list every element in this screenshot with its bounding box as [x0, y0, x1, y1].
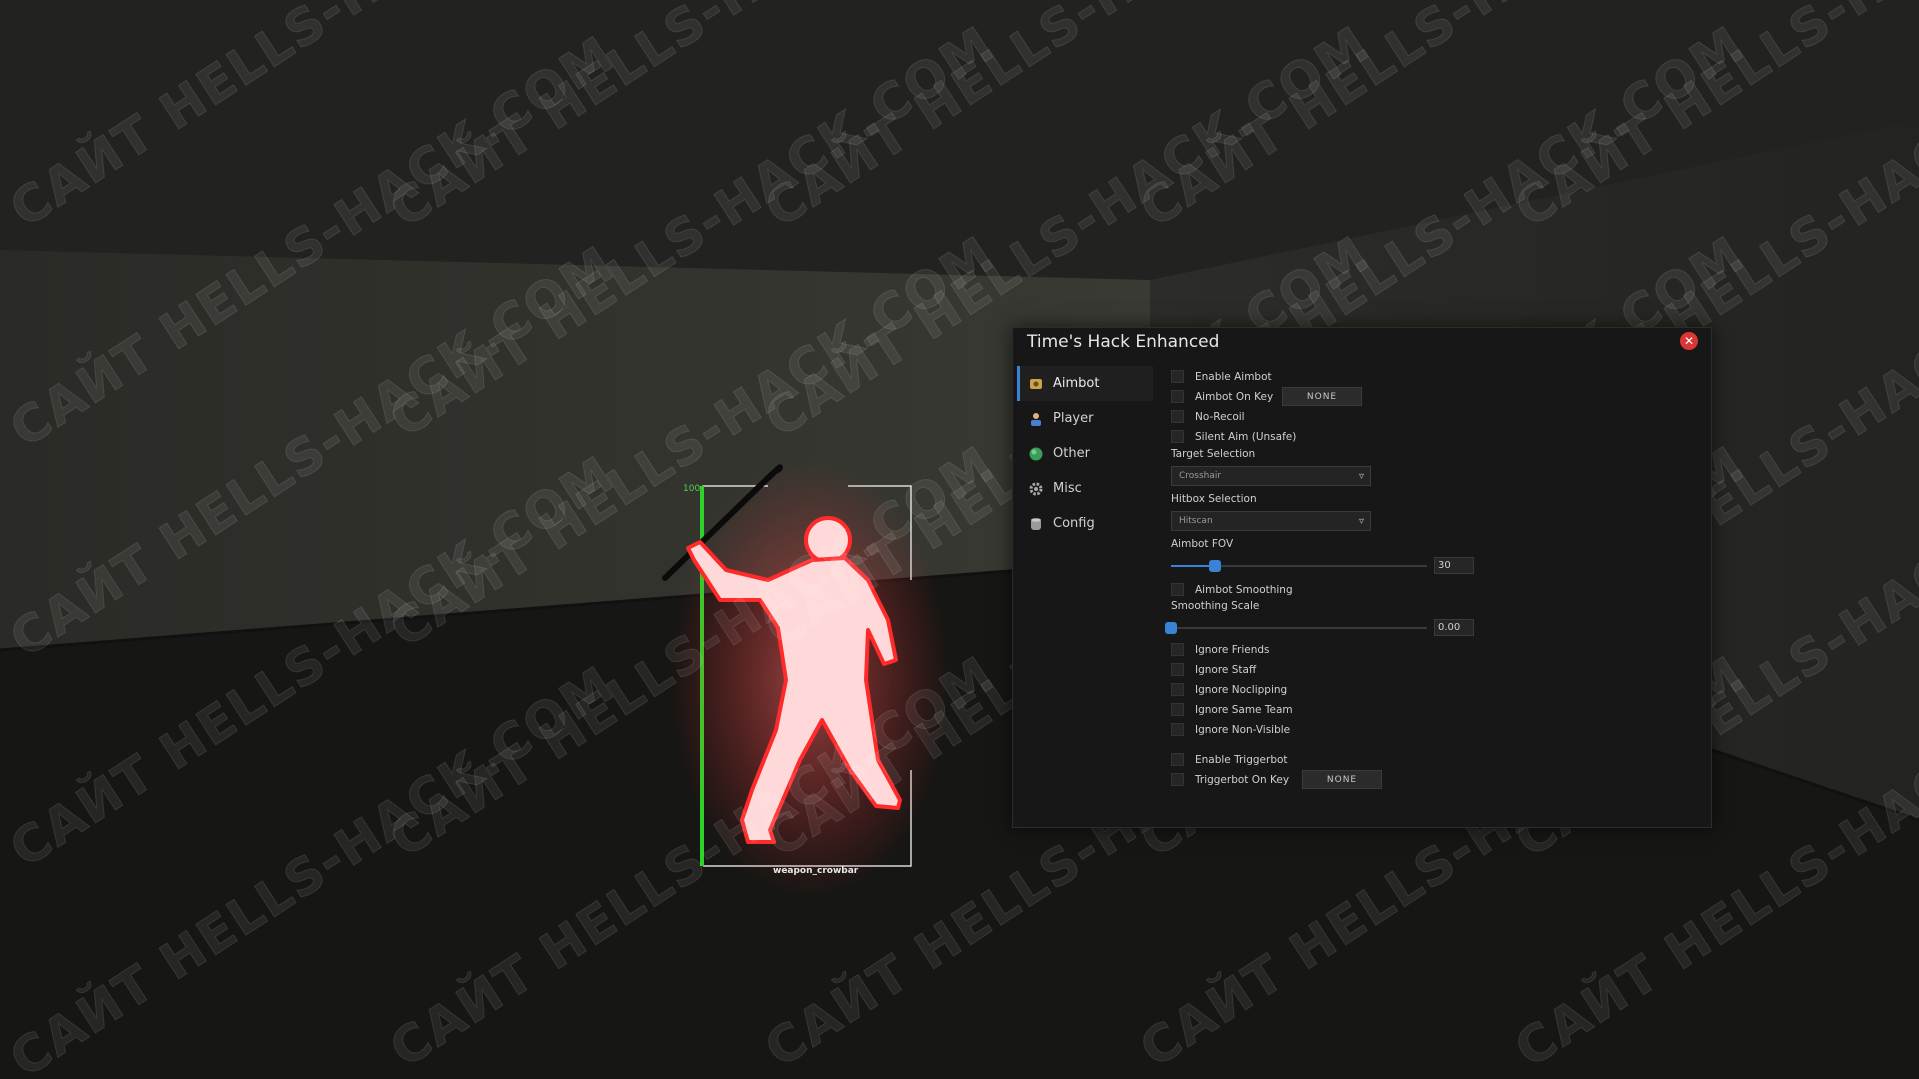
enable-triggerbot-row: Enable Triggerbot: [1171, 753, 1288, 766]
sidebar-item-player[interactable]: Player: [1017, 401, 1153, 436]
enable-triggerbot-label: Enable Triggerbot: [1195, 753, 1288, 766]
sidebar-item-label: Misc: [1053, 481, 1082, 496]
hitbox-selection-dropdown[interactable]: Hitscan ▿: [1171, 511, 1371, 531]
person-icon: [1031, 412, 1041, 426]
no-recoil-row: No-Recoil: [1171, 410, 1245, 423]
sidebar-item-misc[interactable]: Misc: [1017, 471, 1153, 506]
sidebar-item-other[interactable]: Other: [1017, 436, 1153, 471]
ignore-noclipping-row: Ignore Noclipping: [1171, 683, 1287, 696]
aimbot-key-button[interactable]: NONE: [1282, 387, 1362, 406]
ignore-same-team-checkbox[interactable]: [1171, 703, 1184, 716]
target-selection-label: Target Selection: [1171, 448, 1256, 460]
ignore-friends-row: Ignore Friends: [1171, 643, 1269, 656]
health-value: 100: [683, 484, 701, 494]
aimbot-on-key-label: Aimbot On Key: [1195, 390, 1274, 403]
sidebar-item-label: Config: [1053, 516, 1095, 531]
target-selection-dropdown[interactable]: Crosshair ▿: [1171, 466, 1371, 486]
aimbot-smoothing-checkbox[interactable]: [1171, 583, 1184, 596]
no-recoil-checkbox[interactable]: [1171, 410, 1184, 423]
ignore-non-visible-row: Ignore Non-Visible: [1171, 723, 1290, 736]
aimbot-panel: Enable Aimbot Aimbot On Key NONE No-Reco…: [1165, 328, 1691, 827]
smoothing-scale-slider[interactable]: [1165, 622, 1427, 634]
enable-aimbot-checkbox[interactable]: [1171, 370, 1184, 383]
enable-aimbot-label: Enable Aimbot: [1195, 370, 1272, 383]
triggerbot-on-key-row: Triggerbot On Key: [1171, 773, 1289, 786]
sidebar-item-config[interactable]: Config: [1017, 506, 1153, 541]
hack-menu-window: Time's Hack Enhanced ✕ Aimbot Player Oth…: [1012, 327, 1712, 828]
aimbot-on-key-checkbox[interactable]: [1171, 390, 1184, 403]
smoothing-scale-label: Smoothing Scale: [1171, 600, 1260, 612]
ignore-noclipping-checkbox[interactable]: [1171, 683, 1184, 696]
triggerbot-on-key-label: Triggerbot On Key: [1195, 773, 1290, 786]
sidebar-item-label: Other: [1053, 446, 1090, 461]
aimbot-smoothing-label: Aimbot Smoothing: [1195, 583, 1293, 596]
hitbox-selection-value: Hitscan: [1179, 516, 1213, 526]
ignore-same-team-row: Ignore Same Team: [1171, 703, 1293, 716]
sidebar: Aimbot Player Other Misc Config: [1017, 366, 1153, 541]
aimbot-smoothing-row: Aimbot Smoothing: [1171, 583, 1293, 596]
silent-aim-label: Silent Aim (Unsafe): [1195, 430, 1297, 443]
aimbot-fov-slider[interactable]: [1171, 560, 1427, 572]
enable-triggerbot-checkbox[interactable]: [1171, 753, 1184, 766]
silent-aim-row: Silent Aim (Unsafe): [1171, 430, 1296, 443]
sidebar-item-label: Player: [1053, 411, 1094, 426]
silent-aim-checkbox[interactable]: [1171, 430, 1184, 443]
crosshair-icon: [1030, 378, 1042, 389]
ignore-non-visible-label: Ignore Non-Visible: [1195, 723, 1291, 736]
triggerbot-key-button[interactable]: NONE: [1302, 770, 1382, 789]
aimbot-fov-label: Aimbot FOV: [1171, 538, 1234, 550]
ignore-noclipping-label: Ignore Noclipping: [1195, 683, 1288, 696]
chevron-down-icon: ▿: [1358, 516, 1364, 527]
aimbot-on-key-row: Aimbot On Key: [1171, 390, 1273, 403]
no-recoil-label: No-Recoil: [1195, 410, 1245, 423]
globe-icon: [1029, 447, 1043, 460]
aimbot-fov-value[interactable]: 30: [1434, 557, 1474, 574]
ignore-non-visible-checkbox[interactable]: [1171, 723, 1184, 736]
ignore-friends-checkbox[interactable]: [1171, 643, 1184, 656]
smoothing-scale-value[interactable]: 0.00: [1434, 619, 1474, 636]
chevron-down-icon: ▿: [1358, 471, 1364, 482]
gear-icon: [1029, 482, 1043, 495]
triggerbot-on-key-checkbox[interactable]: [1171, 773, 1184, 786]
ignore-staff-checkbox[interactable]: [1171, 663, 1184, 676]
ignore-staff-row: Ignore Staff: [1171, 663, 1256, 676]
ignore-staff-label: Ignore Staff: [1195, 663, 1257, 676]
weapon-name: weapon_crowbar: [773, 866, 859, 876]
sidebar-item-label: Aimbot: [1053, 376, 1100, 391]
slider-handle[interactable]: [1208, 560, 1221, 572]
ignore-same-team-label: Ignore Same Team: [1195, 703, 1293, 716]
enable-aimbot-row: Enable Aimbot: [1171, 370, 1272, 383]
hitbox-selection-label: Hitbox Selection: [1171, 493, 1257, 505]
slider-fill: [1171, 565, 1215, 567]
database-icon: [1031, 517, 1041, 530]
sidebar-item-aimbot[interactable]: Aimbot: [1017, 366, 1153, 401]
slider-handle[interactable]: [1165, 622, 1177, 634]
target-selection-value: Crosshair: [1179, 471, 1222, 481]
ignore-friends-label: Ignore Friends: [1195, 643, 1270, 656]
